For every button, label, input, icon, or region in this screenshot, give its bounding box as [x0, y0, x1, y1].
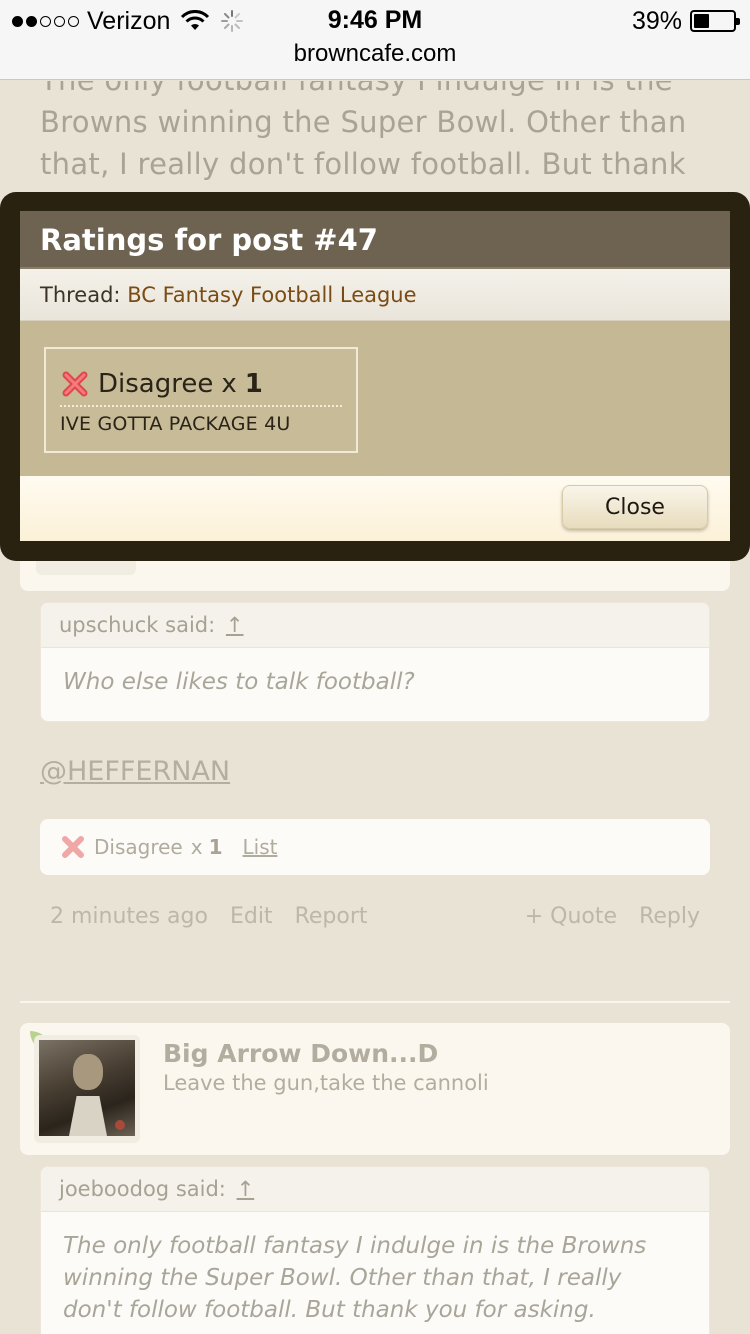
dialog-thread-row: Thread: BC Fantasy Football League — [20, 269, 730, 321]
quote-author: upschuck said: — [59, 613, 216, 637]
rating-card-header: Disagree x 1 — [60, 363, 342, 407]
dialog-footer: Close — [20, 476, 730, 541]
quote-text: Who else likes to talk football? — [63, 669, 415, 695]
address-bar-url[interactable]: browncafe.com — [0, 40, 750, 68]
rating-count: 1 — [244, 369, 263, 399]
thread-label: Thread: — [40, 283, 121, 307]
quote-author: joeboodog said: — [59, 1177, 226, 1201]
rating-label: Disagree — [98, 369, 214, 399]
dialog-panel: Ratings for post #47 Thread: BC Fantasy … — [20, 211, 730, 541]
quote-source-arrow-icon[interactable]: ↑ — [237, 1177, 255, 1201]
thread-link[interactable]: BC Fantasy Football League — [127, 283, 416, 307]
quote-source-arrow-icon[interactable]: ↑ — [226, 613, 244, 637]
quote-block: upschuck said: ↑ Who else likes to talk … — [40, 602, 710, 722]
rating-label: Disagree — [94, 835, 183, 859]
post-ratings-bar: Disagree x 1 List — [40, 819, 710, 875]
disagree-icon — [62, 836, 84, 858]
status-right: 39% — [631, 6, 740, 35]
post-text: The only football fantasy I indulge in i… — [40, 81, 687, 181]
quote-block: joeboodog said: ↑ The only football fant… — [40, 1166, 710, 1334]
post-author-card: Big Arrow Down...D Leave the gun,take th… — [20, 1023, 730, 1155]
user-mention-link[interactable]: @HEFFERNAN — [40, 756, 230, 787]
rating-card: Disagree x 1 IVE GOTTA PACKAGE 4U — [44, 347, 358, 453]
quote-link[interactable]: + Quote — [525, 904, 617, 929]
close-button[interactable]: Close — [562, 485, 708, 529]
avatar[interactable] — [34, 1035, 140, 1143]
quote-header: upschuck said: ↑ — [41, 603, 709, 648]
status-bar: Verizon 9:46 PM 39% browncafe.com — [0, 0, 750, 80]
post-divider — [20, 1001, 730, 1003]
edit-link[interactable]: Edit — [230, 904, 273, 929]
quote-text: The only football fantasy I indulge in i… — [63, 1233, 647, 1323]
user-title: Leave the gun,take the cannoli — [163, 1071, 489, 1095]
battery-percent: 39% — [631, 6, 682, 35]
ratings-list-link[interactable]: List — [243, 835, 278, 859]
post-meta-bar: 2 minutes ago Edit Report + Quote Reply — [50, 904, 700, 929]
report-link[interactable]: Report — [295, 904, 368, 929]
disagree-icon — [62, 371, 88, 397]
reply-link[interactable]: Reply — [639, 904, 700, 929]
rating-count: 1 — [208, 835, 223, 859]
username[interactable]: Big Arrow Down...D — [163, 1039, 438, 1068]
dialog-body: Disagree x 1 IVE GOTTA PACKAGE 4U — [20, 321, 730, 476]
quote-header: joeboodog said: ↑ — [41, 1167, 709, 1212]
rating-times: x — [221, 369, 237, 399]
rating-times: x — [190, 835, 203, 859]
rating-user-link[interactable]: IVE GOTTA PACKAGE 4U — [60, 413, 291, 435]
dialog-title: Ratings for post #47 — [20, 211, 730, 269]
avatar-image — [39, 1040, 135, 1136]
ratings-dialog: Ratings for post #47 Thread: BC Fantasy … — [0, 192, 750, 561]
battery-icon — [690, 10, 740, 32]
post-timestamp: 2 minutes ago — [50, 904, 208, 929]
